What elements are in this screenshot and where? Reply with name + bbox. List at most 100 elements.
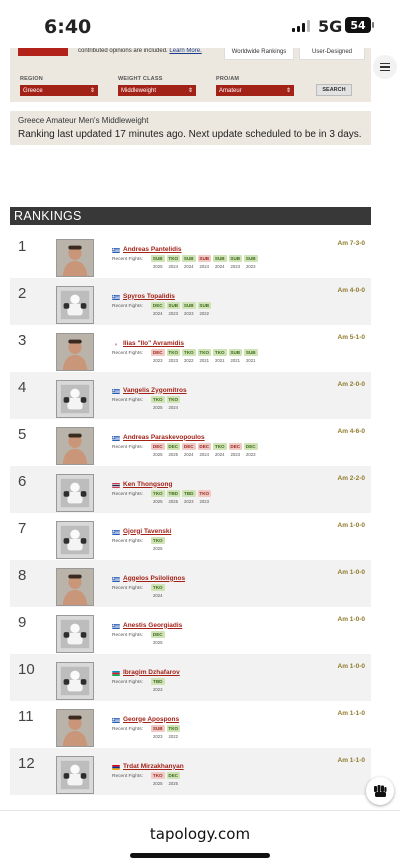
fight-year: 2024 [168, 263, 179, 269]
recent-fight[interactable]: DEC 2024 [151, 302, 165, 316]
recent-fights-label: Recent Fights: [112, 492, 143, 497]
fighter-photo[interactable] [56, 568, 94, 606]
fighter-photo[interactable] [56, 286, 94, 324]
recent-fight[interactable]: TKO 2025 [151, 772, 165, 786]
fighter-photo[interactable] [56, 662, 94, 700]
fighter-name-link[interactable]: Spyros Topalidis [123, 293, 175, 300]
hamburger-menu-icon[interactable] [373, 55, 397, 79]
country-flag-icon [112, 663, 120, 681]
ranking-category-title: Greece Amateur Men's Middleweight [18, 116, 149, 125]
region-select[interactable]: Greece ⇕ [20, 85, 98, 96]
fighter-photo[interactable] [56, 521, 94, 559]
fight-result-badge: TKO [182, 349, 196, 356]
recent-fight[interactable]: DEC 2023 [151, 349, 165, 363]
recent-fight[interactable]: SUB 2024 [213, 255, 227, 269]
recent-fight[interactable]: DEC 2023 [228, 443, 242, 457]
fighter-name-link[interactable]: Trdat Mirzakhanyan [123, 763, 184, 770]
recent-fight[interactable]: SUB 2021 [228, 349, 242, 363]
recent-fight[interactable]: DEC 2024 [182, 443, 196, 457]
recent-fight[interactable]: SUB 2025 [151, 255, 165, 269]
fight-year: 2022 [183, 357, 194, 363]
fighter-name-line: Ibragim Dzhafarov [112, 663, 180, 681]
recent-fight[interactable]: SUB 2021 [244, 349, 258, 363]
learn-more-link[interactable]: Learn More. [169, 48, 201, 54]
recent-fight[interactable]: DEC 2025 [151, 443, 165, 457]
recent-fight[interactable]: TBD 2023 [151, 678, 165, 692]
recent-fight[interactable]: DEC 2023 [244, 443, 258, 457]
fight-result-badge: TKO [166, 396, 180, 403]
fighter-photo[interactable] [56, 427, 94, 465]
recent-fight[interactable]: TKO 2023 [166, 349, 180, 363]
recent-fight[interactable]: TKO 2025 [151, 537, 165, 551]
recent-fight[interactable]: TKO 2022 [166, 725, 180, 739]
recent-fight[interactable]: DEC 2024 [197, 443, 211, 457]
recent-fight[interactable]: TKO 2021 [197, 349, 211, 363]
recent-fight[interactable]: TBD 2023 [182, 490, 196, 504]
fighter-name-link[interactable]: Vangelis Zygomitros [123, 387, 187, 394]
fight-year: 2021 [245, 357, 256, 363]
recent-fight[interactable]: SUB 2023 [151, 725, 165, 739]
fist-icon[interactable] [366, 777, 394, 805]
fighter-name-link[interactable]: Andreas Paraskevopoulos [123, 434, 205, 441]
rank-number: 5 [18, 426, 27, 443]
ranking-row: 7 Gjorgi Tavenski Recent Fights: TKO 202… [10, 513, 371, 560]
recent-fight[interactable]: TKO 2022 [182, 349, 196, 363]
recent-fight[interactable]: SUB 2023 [228, 255, 242, 269]
ranking-row: 8 Aggelos Psilolignos Recent Fights: TKO… [10, 560, 371, 607]
url-domain[interactable]: tapology.com [0, 825, 400, 843]
fighter-photo[interactable] [56, 474, 94, 512]
fighter-photo[interactable] [56, 333, 94, 371]
recent-fight[interactable]: SUB 2024 [197, 255, 211, 269]
recent-fight[interactable]: SUB 2023 [244, 255, 258, 269]
ranking-row: 9 Anestis Georgiadis Recent Fights: DEC … [10, 607, 371, 654]
recent-fight[interactable]: TKO 2024 [166, 396, 180, 410]
recent-fight[interactable]: TKO 2024 [213, 443, 227, 457]
fighter-photo[interactable] [56, 756, 94, 794]
fighter-name-link[interactable]: Ibragim Dzhafarov [123, 669, 180, 676]
fight-year: 2021 [230, 357, 241, 363]
home-indicator [130, 853, 270, 858]
fighter-name-link[interactable]: Ilias "Ilo" Avramidis [123, 340, 184, 347]
recent-fight[interactable]: TKO 2024 [166, 255, 180, 269]
region-value: Greece [23, 87, 43, 94]
fight-year: 2025 [152, 780, 163, 786]
fighter-record: Am 1-1-0 [337, 757, 365, 764]
fight-result-badge: SUB [182, 255, 196, 262]
recent-fight[interactable]: TBD 2025 [166, 490, 180, 504]
fight-result-badge: SUB [197, 302, 211, 309]
select-arrows-icon: ⇕ [285, 88, 291, 94]
recent-fight[interactable]: DEC 2025 [166, 772, 180, 786]
weight-class-select[interactable]: Middleweight ⇕ [118, 85, 196, 96]
country-flag-icon [112, 475, 120, 493]
recent-fight[interactable]: TKO 2021 [213, 349, 227, 363]
fighter-photo[interactable] [56, 709, 94, 747]
fighter-name-link[interactable]: George Apospons [123, 716, 179, 723]
recent-fight[interactable]: TKO 2025 [151, 490, 165, 504]
recent-fight[interactable]: DEC 2025 [166, 443, 180, 457]
pro-am-select[interactable]: Amateur ⇕ [216, 85, 294, 96]
fight-result-badge: DEC [244, 443, 258, 450]
recent-fight[interactable]: DEC 2025 [151, 631, 165, 645]
rank-number: 9 [18, 614, 27, 631]
recent-fights-label: Recent Fights: [112, 774, 143, 779]
recent-fight[interactable]: SUB 2023 [166, 302, 180, 316]
fighter-name-link[interactable]: Andreas Pantelidis [123, 246, 182, 253]
fighter-name-link[interactable]: Anestis Georgiadis [123, 622, 182, 629]
recent-fight[interactable]: SUB 2023 [182, 302, 196, 316]
recent-fight[interactable]: SUB 2024 [182, 255, 196, 269]
fight-result-badge: TKO [197, 349, 211, 356]
fighter-photo[interactable] [56, 615, 94, 653]
fight-year: 2025 [152, 451, 163, 457]
fighter-name-link[interactable]: Aggelos Psilolignos [123, 575, 185, 582]
fighter-photo[interactable] [56, 239, 94, 277]
search-button[interactable]: SEARCH [316, 84, 352, 96]
recent-fight[interactable]: TKO 2025 [151, 396, 165, 410]
fighter-photo[interactable] [56, 380, 94, 418]
fight-year: 2023 [230, 451, 241, 457]
select-arrows-icon: ⇕ [89, 88, 95, 94]
recent-fight[interactable]: TKO 2023 [197, 490, 211, 504]
recent-fight[interactable]: SUB 2022 [197, 302, 211, 316]
fighter-name-link[interactable]: Ken Thongsong [123, 481, 172, 488]
recent-fight[interactable]: TKO 2024 [151, 584, 165, 598]
fighter-name-link[interactable]: Gjorgi Tavenski [123, 528, 171, 535]
